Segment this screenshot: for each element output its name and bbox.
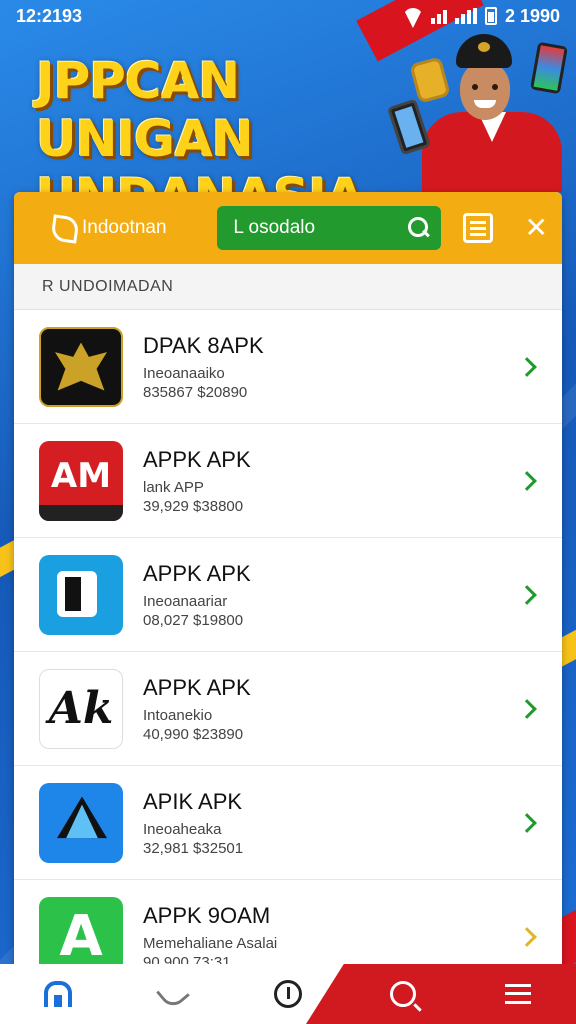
phone-image — [387, 98, 431, 156]
pyramid-icon — [39, 782, 123, 863]
app-meta: 39,929 $38800 — [143, 497, 244, 515]
app-list-item[interactable]: APIK APK Ineoaheaka 32,981 $32501 — [14, 766, 562, 880]
nav-info[interactable] — [230, 964, 345, 1024]
menu-icon — [505, 984, 532, 1004]
status-time: 12:2193 — [16, 5, 83, 26]
app-subtitle: lank APP — [143, 478, 204, 496]
signal-icon — [430, 8, 447, 24]
app-list-item[interactable]: Ak APPK APK Intoanekio 40,990 $23890 — [14, 652, 562, 766]
app-subtitle: Ineoaheaka — [143, 820, 222, 838]
search-input[interactable]: L osodalo — [217, 206, 441, 250]
chevron-right-icon[interactable] — [517, 584, 537, 605]
app-list-item[interactable]: DPAK 8APK Ineoanaaiko 835867 $20890 — [14, 310, 562, 424]
app-name: APIK APK — [143, 788, 243, 814]
phone-icon — [155, 977, 190, 1011]
status-right-text: 2 1990 — [504, 5, 560, 26]
garuda-emblem-icon — [39, 326, 123, 407]
nav-favorites-search[interactable] — [346, 964, 461, 1024]
chevron-right-icon[interactable] — [517, 698, 537, 719]
app-meta: 835867 $20890 — [143, 383, 248, 401]
app-name: DPAK 8APK — [143, 332, 264, 358]
chevron-right-icon[interactable] — [517, 926, 537, 947]
search-heart-icon — [390, 981, 417, 1007]
app-name: APPK 9OAM — [143, 902, 271, 928]
brand-label: Indootnan — [82, 217, 167, 238]
app-list-card: Indootnan L osodalo ✕ R UNDOIMADAN DPAK … — [14, 192, 562, 972]
search-icon[interactable] — [407, 216, 431, 240]
phone-image — [530, 41, 568, 95]
bottom-nav — [0, 964, 576, 1024]
chevron-right-icon[interactable] — [517, 812, 537, 833]
app-list: DPAK 8APK Ineoanaaiko 835867 $20890 AM A… — [14, 310, 562, 972]
chevron-right-icon[interactable] — [517, 470, 537, 491]
folder-a-icon — [39, 554, 123, 635]
app-meta: 32,981 $32501 — [143, 839, 244, 857]
app-subtitle: Memehaliane Asalai — [143, 934, 278, 952]
battery-icon — [484, 7, 497, 25]
banner-person-image — [387, 32, 576, 192]
letter-a-icon: A — [39, 896, 123, 972]
app-name: APPK APK — [143, 560, 251, 586]
info-icon — [274, 980, 302, 1008]
promo-banner[interactable]: JPPCAN UNIGAN UNDANASIA — [0, 32, 576, 226]
nav-menu[interactable] — [461, 964, 576, 1024]
app-list-item[interactable]: AM APPK APK lank APP 39,929 $38800 — [14, 424, 562, 538]
nav-call[interactable] — [115, 964, 230, 1024]
app-subtitle: Ineoanaariar — [143, 592, 228, 610]
leaf-icon — [48, 214, 76, 242]
ak-logo-icon: Ak — [39, 668, 123, 749]
signal-icon — [454, 8, 477, 24]
close-icon[interactable]: ✕ — [525, 214, 548, 242]
app-meta: 08,027 $19800 — [143, 611, 244, 629]
app-subtitle: Ineoanaaiko — [143, 364, 225, 382]
app-list-item[interactable]: A APPK 9OAM Memehaliane Asalai 90,900 73… — [14, 880, 562, 972]
app-list-item[interactable]: APPK APK Ineoanaariar 08,027 $19800 — [14, 538, 562, 652]
brand[interactable]: Indootnan — [48, 214, 207, 242]
status-bar: 12:2193 2 1990 — [0, 0, 576, 32]
app-meta: 40,990 $23890 — [143, 725, 244, 743]
home-icon — [43, 981, 72, 1007]
app-name: APPK APK — [143, 446, 251, 472]
app-subtitle: Intoanekio — [143, 706, 213, 724]
chevron-right-icon[interactable] — [517, 356, 537, 377]
coin-icon — [409, 56, 451, 104]
section-title: R UNDOIMADAN — [14, 264, 562, 310]
nav-home[interactable] — [0, 964, 115, 1024]
search-value: L osodalo — [233, 217, 316, 238]
app-name: APPK APK — [143, 674, 251, 700]
header-bar: Indootnan L osodalo ✕ — [14, 192, 562, 264]
wifi-icon — [403, 8, 423, 24]
am-logo-icon: AM — [39, 440, 123, 521]
document-icon[interactable] — [462, 213, 493, 243]
